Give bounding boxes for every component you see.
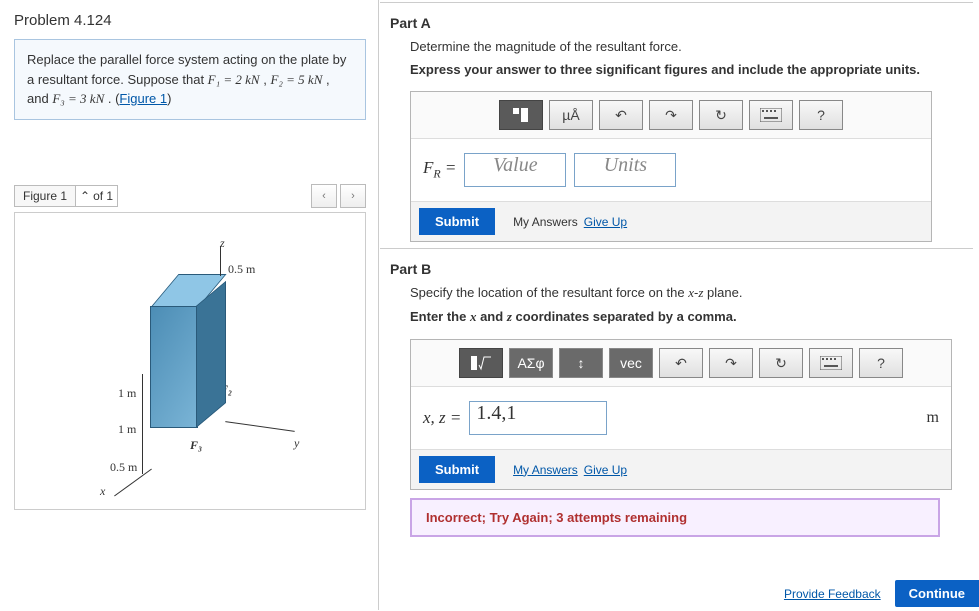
figure-drawing: z y x 0.5 m 1 m 1 m 1 m 0.5 m F₁ F₂ F₃ <box>70 226 310 496</box>
f1-value: F₁ = 2 kN <box>208 72 260 87</box>
help-button[interactable]: ? <box>799 100 843 130</box>
units-input[interactable]: Units <box>574 153 676 187</box>
dim-1m-bot: 1 m <box>118 422 136 437</box>
fr-label: FR = <box>423 158 456 181</box>
give-up-link-a[interactable]: Give Up <box>584 215 627 229</box>
template-icon <box>512 107 530 123</box>
value-input[interactable]: Value <box>464 153 566 187</box>
axis-y-label: y <box>294 436 299 451</box>
undo-button[interactable]: ↶ <box>599 100 643 130</box>
part-b-instr2: Enter the x and z coordinates separated … <box>380 305 973 329</box>
plate-front-face <box>150 306 198 428</box>
part-b-title: Part B <box>380 255 973 281</box>
keyboard-icon <box>760 108 782 122</box>
part-a-toolbar: µÅ ↶ ↷ ↻ ? <box>411 92 931 139</box>
template-button-b[interactable] <box>459 348 503 378</box>
reset-button-b[interactable]: ↻ <box>759 348 803 378</box>
caret-icon: ⌃ <box>80 189 90 203</box>
updown-button[interactable]: ↕ <box>559 348 603 378</box>
part-b-instr1: Specify the location of the resultant fo… <box>380 281 973 305</box>
redo-button-b[interactable]: ↷ <box>709 348 753 378</box>
part-b-input-row: x, z = 1.4,1 m <box>411 387 951 449</box>
axis-y <box>225 421 294 432</box>
figure-count: of 1 <box>93 189 113 203</box>
f3-value: F₃ = 3 kN <box>52 91 104 106</box>
submit-button-a[interactable]: Submit <box>419 208 495 235</box>
reset-icon: ↻ <box>715 107 727 124</box>
force-f3-label: F₃ <box>190 438 202 453</box>
x-axis-ticks <box>142 374 143 474</box>
part-a-title: Part A <box>380 9 973 35</box>
f2-value: F₂ = 5 kN <box>270 72 322 87</box>
keyboard-button-b[interactable] <box>809 348 853 378</box>
hr-top <box>380 2 973 3</box>
greek-label: ΑΣφ <box>517 355 544 371</box>
unit-m: m <box>927 409 939 427</box>
part-a-input-row: FR = Value Units <box>411 139 931 201</box>
submit-button-b[interactable]: Submit <box>419 456 495 483</box>
vertical-divider <box>378 0 379 610</box>
redo-icon: ↷ <box>665 107 677 124</box>
give-up-link-b[interactable]: Give Up <box>584 463 627 477</box>
figure-selector[interactable]: ⌃ of 1 <box>76 185 118 207</box>
footer-row: Provide Feedback Continue <box>784 580 979 607</box>
figure-box: z y x 0.5 m 1 m 1 m 1 m 0.5 m F₁ F₂ F₃ <box>14 212 366 510</box>
my-answers-a: My Answers <box>513 215 578 229</box>
undo-button-b[interactable]: ↶ <box>659 348 703 378</box>
units-label: µÅ <box>562 107 579 123</box>
redo-button[interactable]: ↷ <box>649 100 693 130</box>
part-b-answer-box: ΑΣφ ↕ vec ↶ ↷ ↻ ? x, z = 1.4,1 m Submit … <box>410 339 952 490</box>
feedback-box: Incorrect; Try Again; 3 attempts remaini… <box>410 498 940 537</box>
chevron-left-icon: ‹ <box>322 190 326 202</box>
redo-icon-b: ↷ <box>725 355 737 372</box>
undo-icon: ↶ <box>615 107 627 124</box>
undo-icon-b: ↶ <box>675 355 687 372</box>
greek-button[interactable]: ΑΣφ <box>509 348 553 378</box>
dim-0.5m-top: 0.5 m <box>228 262 255 277</box>
help-icon-b: ? <box>877 355 885 371</box>
dim-0.5m-bot: 0.5 m <box>110 460 137 475</box>
chevron-right-icon: › <box>351 190 355 202</box>
part-a-instr1: Determine the magnitude of the resultant… <box>380 35 973 58</box>
updown-icon: ↕ <box>578 355 585 371</box>
dim-1m-mid: 1 m <box>118 386 136 401</box>
template-button[interactable] <box>499 100 543 130</box>
xz-label: x, z = <box>423 408 461 428</box>
provide-feedback-link[interactable]: Provide Feedback <box>784 587 881 601</box>
reset-icon-b: ↻ <box>775 355 787 372</box>
figure-link[interactable]: Figure 1 <box>119 91 167 106</box>
my-answers-b[interactable]: My Answers <box>513 463 578 477</box>
part-b-submit-row: Submit My Answers Give Up <box>411 449 951 489</box>
xz-input[interactable]: 1.4,1 <box>469 401 607 435</box>
sqrt-template-icon <box>470 355 492 371</box>
vec-button[interactable]: vec <box>609 348 653 378</box>
next-figure-button[interactable]: › <box>340 184 366 208</box>
problem-statement: Replace the parallel force system acting… <box>14 39 366 120</box>
part-a-submit-row: Submit My Answers Give Up <box>411 201 931 241</box>
figure-tab[interactable]: Figure 1 <box>14 185 76 207</box>
hr-mid <box>380 248 973 249</box>
continue-button[interactable]: Continue <box>895 580 979 607</box>
keyboard-icon-b <box>820 356 842 370</box>
help-button-b[interactable]: ? <box>859 348 903 378</box>
prev-figure-button[interactable]: ‹ <box>311 184 337 208</box>
figure-nav: Figure 1 ⌃ of 1 ‹ › <box>14 184 366 208</box>
plate-side-face <box>196 280 226 427</box>
vec-label: vec <box>620 355 642 371</box>
units-button[interactable]: µÅ <box>549 100 593 130</box>
help-icon: ? <box>817 107 825 123</box>
part-b-toolbar: ΑΣφ ↕ vec ↶ ↷ ↻ ? <box>411 340 951 387</box>
part-a-answer-box: µÅ ↶ ↷ ↻ ? FR = Value Units Submit My An… <box>410 91 932 242</box>
part-a-instr2: Express your answer to three significant… <box>380 58 973 81</box>
axis-z <box>220 246 221 276</box>
axis-x-label: x <box>100 484 105 499</box>
problem-title: Problem 4.124 <box>14 12 370 29</box>
reset-button[interactable]: ↻ <box>699 100 743 130</box>
keyboard-button[interactable] <box>749 100 793 130</box>
